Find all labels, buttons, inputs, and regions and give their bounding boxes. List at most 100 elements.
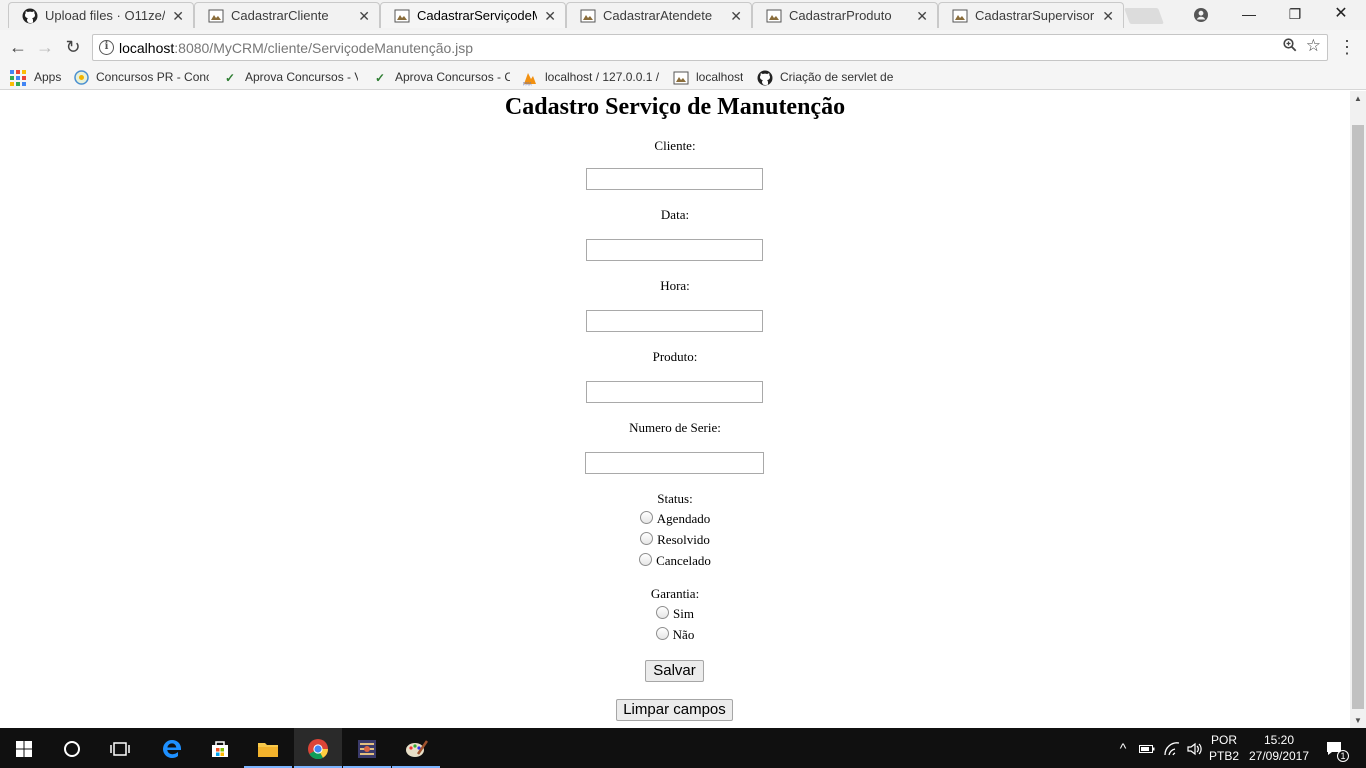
page-icon bbox=[673, 71, 689, 85]
reload-icon[interactable]: ↻ bbox=[60, 35, 86, 59]
url-path: :8080/MyCRM/cliente/ServiçodeManutenção.… bbox=[174, 40, 474, 56]
windows-taskbar: ^ POR PTB2 15:20 27/09/2017 1 bbox=[0, 728, 1366, 768]
bookmark-label: Criação de servlet de bbox=[780, 70, 893, 84]
keyboard-layout-text: PTB2 bbox=[1208, 749, 1239, 763]
bookmark-star-icon[interactable]: ☆ bbox=[1306, 36, 1321, 56]
limpar-campos-button[interactable]: Limpar campos bbox=[616, 699, 733, 721]
restore-icon[interactable]: ❐ bbox=[1272, 0, 1318, 30]
tab-cadastrar-servico[interactable]: CadastrarServiçodeManutenção ✕ bbox=[380, 2, 566, 28]
status-cancelado-radio[interactable] bbox=[639, 553, 653, 566]
chevron-up-icon[interactable]: ^ bbox=[1112, 728, 1134, 768]
hora-label: Hora: bbox=[660, 278, 690, 293]
bookmark-concursos-pr[interactable]: Concursos PR - Concursos bbox=[73, 68, 209, 86]
close-window-icon[interactable]: ✕ bbox=[1318, 0, 1364, 30]
data-field[interactable] bbox=[586, 239, 763, 261]
close-tab-icon[interactable]: ✕ bbox=[730, 3, 742, 28]
status-option-resolvido[interactable]: Resolvido bbox=[0, 532, 1350, 548]
bookmark-label: Apps bbox=[34, 70, 62, 84]
forward-arrow-icon[interactable]: → bbox=[32, 35, 58, 59]
radio-label: Sim bbox=[673, 606, 694, 621]
bookmark-apps[interactable]: Apps bbox=[10, 68, 61, 86]
garantia-option-sim[interactable]: Sim bbox=[0, 606, 1350, 622]
page-icon bbox=[766, 9, 782, 23]
bookmark-aprova-concursos-2[interactable]: ✓ Aprova Concursos - C bbox=[372, 68, 510, 86]
numero-serie-label: Numero de Serie: bbox=[629, 420, 721, 435]
clock[interactable]: 15:20 27/09/2017 bbox=[1244, 728, 1314, 768]
radio-label: Agendado bbox=[656, 511, 711, 526]
windows-start-icon[interactable] bbox=[0, 728, 48, 768]
data-label: Data: bbox=[660, 207, 690, 222]
scroll-down-arrow-icon[interactable]: ▼ bbox=[1350, 716, 1366, 725]
salvar-button[interactable]: Salvar bbox=[645, 660, 704, 682]
notification-center-icon[interactable]: 1 bbox=[1320, 728, 1350, 768]
bookmark-aprova-concursos-1[interactable]: ✓ Aprova Concursos - V bbox=[222, 68, 358, 86]
apps-grid-icon bbox=[10, 69, 26, 86]
address-bar[interactable]: i localhost:8080/MyCRM/cliente/Serviçode… bbox=[92, 34, 1328, 61]
paint-icon[interactable] bbox=[392, 728, 440, 768]
scroll-up-arrow-icon[interactable]: ▲ bbox=[1350, 94, 1366, 103]
status-resolvido-radio[interactable] bbox=[640, 532, 654, 545]
tab-upload-files[interactable]: Upload files · O11ze/MyCRM ✕ bbox=[8, 2, 194, 28]
app-icon-netbeans[interactable] bbox=[343, 728, 391, 768]
tab-title: Upload files · O11ze/MyCRM bbox=[45, 8, 165, 23]
file-explorer-icon[interactable] bbox=[244, 728, 292, 768]
hora-field[interactable] bbox=[586, 310, 763, 332]
bookmark-phpmyadmin[interactable]: PMA localhost / 127.0.0.1 / bbox=[522, 68, 660, 86]
chrome-icon[interactable] bbox=[294, 728, 342, 768]
close-tab-icon[interactable]: ✕ bbox=[1102, 3, 1114, 28]
garantia-label: Garantia: bbox=[650, 586, 700, 601]
tab-cadastrar-supervisor[interactable]: CadastrarSupervisor ✕ bbox=[938, 2, 1124, 28]
garantia-sim-radio[interactable] bbox=[656, 606, 670, 619]
edge-browser-icon[interactable] bbox=[148, 728, 196, 768]
profile-icon[interactable] bbox=[1178, 0, 1224, 30]
wifi-icon[interactable] bbox=[1161, 728, 1183, 768]
bookmarks-bar: Apps Concursos PR - Concursos ✓ Aprova Co… bbox=[0, 64, 1366, 90]
back-arrow-icon[interactable]: ← bbox=[5, 35, 31, 59]
status-agendado-radio[interactable] bbox=[639, 511, 653, 524]
cortana-search-icon[interactable] bbox=[48, 728, 96, 768]
close-tab-icon[interactable]: ✕ bbox=[172, 3, 184, 28]
info-icon[interactable]: i bbox=[99, 40, 114, 55]
cliente-label: Cliente: bbox=[654, 138, 696, 153]
bookmark-label: Concursos PR - Concursos bbox=[96, 70, 209, 84]
store-icon[interactable] bbox=[196, 728, 244, 768]
tab-title: CadastrarServiçodeManutenção bbox=[417, 8, 537, 23]
close-tab-icon[interactable]: ✕ bbox=[544, 3, 556, 28]
minimize-icon[interactable]: — bbox=[1226, 0, 1272, 30]
garantia-nao-radio[interactable] bbox=[655, 627, 669, 640]
bookmark-label: Aprova Concursos - V bbox=[245, 70, 358, 84]
numero-serie-field[interactable] bbox=[585, 452, 764, 474]
page-icon bbox=[580, 9, 596, 23]
produto-field[interactable] bbox=[586, 381, 763, 403]
page-scrollbar[interactable]: ▲ ▼ bbox=[1350, 91, 1366, 728]
close-tab-icon[interactable]: ✕ bbox=[916, 3, 928, 28]
tab-cadastrar-produto[interactable]: CadastrarProduto ✕ bbox=[752, 2, 938, 28]
bookmark-localhost[interactable]: localhost bbox=[673, 68, 743, 86]
tab-cadastrar-cliente[interactable]: CadastrarCliente ✕ bbox=[194, 2, 380, 28]
zoom-icon[interactable] bbox=[1283, 38, 1297, 56]
url-text[interactable]: localhost:8080/MyCRM/cliente/ServiçodeMa… bbox=[119, 35, 473, 61]
volume-icon[interactable] bbox=[1184, 728, 1206, 768]
page-icon bbox=[952, 9, 968, 23]
tab-cadastrar-atendete[interactable]: CadastrarAtendete ✕ bbox=[566, 2, 752, 28]
concursos-icon bbox=[73, 70, 89, 86]
task-view-icon[interactable] bbox=[96, 728, 144, 768]
clock-time: 15:20 bbox=[1263, 733, 1295, 747]
radio-label: Cancelado bbox=[656, 553, 711, 568]
bookmark-criacao-servlet[interactable]: Criação de servlet de bbox=[757, 68, 893, 86]
bookmark-label: localhost bbox=[696, 70, 744, 84]
github-icon bbox=[757, 70, 773, 86]
status-option-agendado[interactable]: Agendado bbox=[0, 511, 1350, 527]
close-tab-icon[interactable]: ✕ bbox=[358, 3, 370, 28]
menu-dots-icon[interactable]: ⋮ bbox=[1338, 35, 1356, 59]
battery-icon[interactable] bbox=[1137, 728, 1157, 768]
language-indicator[interactable]: POR PTB2 bbox=[1208, 728, 1240, 768]
clock-date: 27/09/2017 bbox=[1248, 749, 1310, 763]
status-option-cancelado[interactable]: Cancelado bbox=[0, 553, 1350, 569]
scrollbar-thumb[interactable] bbox=[1352, 125, 1364, 709]
garantia-option-nao[interactable]: Não bbox=[0, 627, 1350, 643]
cliente-field[interactable] bbox=[586, 168, 763, 190]
produto-label: Produto: bbox=[652, 349, 698, 364]
radio-label: Resolvido bbox=[657, 532, 710, 547]
new-tab-button[interactable] bbox=[1124, 8, 1164, 24]
